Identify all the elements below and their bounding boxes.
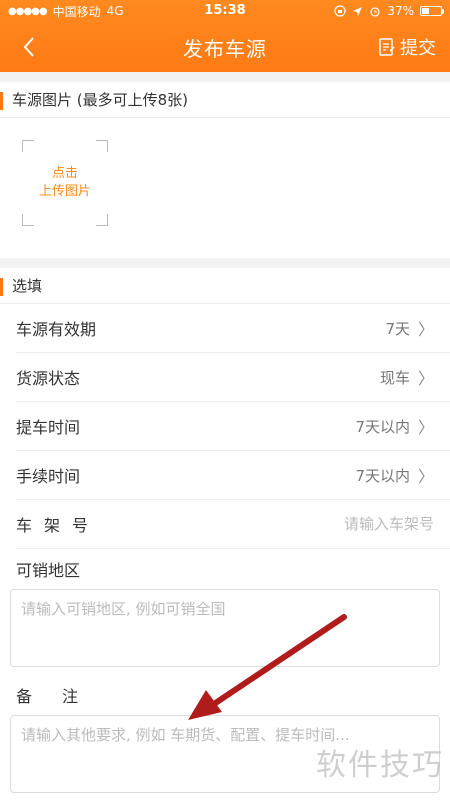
row-value: 7天以内 xyxy=(355,466,410,485)
alarm-icon xyxy=(370,7,380,17)
status-left: ●●●●● 中国移动 4G xyxy=(8,3,124,20)
validity-period-row[interactable]: 车源有效期 7天 〉 xyxy=(16,304,450,353)
chevron-right-icon: 〉 xyxy=(417,467,434,486)
page-title: 发布车源 xyxy=(183,36,267,61)
carrier-name: 中国移动 xyxy=(52,4,101,19)
section-gap xyxy=(0,72,450,82)
battery-icon xyxy=(420,6,444,16)
row-value-group: 7天 〉 xyxy=(385,316,434,340)
supply-status-row[interactable]: 货源状态 现车 〉 xyxy=(16,353,450,402)
chevron-right-icon: 〉 xyxy=(417,369,434,388)
vin-input[interactable] xyxy=(234,515,434,533)
photo-upload-area: 点击 上传图片 xyxy=(0,118,450,258)
region-textarea[interactable] xyxy=(21,598,429,658)
upload-corner xyxy=(96,140,108,152)
chevron-right-icon: 〉 xyxy=(417,418,434,437)
status-right: 37% xyxy=(334,4,444,18)
battery-percent: 37% xyxy=(387,4,414,18)
pickup-time-row[interactable]: 提车时间 7天以内 〉 xyxy=(16,402,450,451)
row-label: 车源有效期 xyxy=(16,320,97,339)
upload-corner xyxy=(22,214,34,226)
paperwork-time-row[interactable]: 手续时间 7天以内 〉 xyxy=(16,451,450,500)
app-header: ●●●●● 中国移动 4G 37% 15:38 发布车源 提交 xyxy=(0,0,450,72)
location-arrow-icon xyxy=(353,6,363,16)
row-label: 货源状态 xyxy=(16,369,81,388)
row-value-group: 7天以内 〉 xyxy=(355,414,434,438)
row-value-group: 现车 〉 xyxy=(380,365,434,389)
watermark: 软件技巧 xyxy=(316,748,444,783)
section-gap xyxy=(0,258,450,268)
lock-rotation-icon xyxy=(334,5,346,17)
row-label: 手续时间 xyxy=(16,467,81,486)
optional-section-header: 选填 xyxy=(0,268,450,304)
submit-button[interactable]: 提交 xyxy=(378,34,436,60)
region-label: 可销地区 xyxy=(16,561,81,580)
status-bar: ●●●●● 中国移动 4G 37% 15:38 xyxy=(0,0,450,22)
row-value: 现车 xyxy=(379,368,410,387)
optional-heading: 选填 xyxy=(12,277,43,295)
vin-row: 车架号 xyxy=(16,500,450,549)
nav-bar: 发布车源 提交 xyxy=(0,22,450,72)
signal-strength-icon: ●●●●● xyxy=(8,5,48,17)
chevron-left-icon xyxy=(23,37,34,57)
network-type: 4G xyxy=(106,4,124,18)
submit-label: 提交 xyxy=(400,38,436,59)
back-button[interactable] xyxy=(14,32,44,62)
chevron-right-icon: 〉 xyxy=(417,320,434,339)
photos-section-header: 车源图片 (最多可上传8张) xyxy=(0,82,450,118)
form-content: 车源图片 (最多可上传8张) 点击 上传图片 选填 车源有效期 7天 〉 货源状… xyxy=(0,72,450,800)
row-value-group: 7天以内 〉 xyxy=(355,463,434,487)
upload-text-line1: 点击 xyxy=(51,166,78,181)
row-label: 提车时间 xyxy=(16,418,81,437)
photos-heading: 车源图片 (最多可上传8张) xyxy=(12,91,189,109)
remark-label: 备注 xyxy=(16,687,109,706)
upload-photo-button[interactable]: 点击 上传图片 xyxy=(22,140,108,226)
battery-fill xyxy=(422,8,429,14)
region-textarea-wrapper xyxy=(10,589,440,667)
remark-label-line: 备注 xyxy=(0,675,450,715)
upload-corner xyxy=(96,214,108,226)
document-edit-icon xyxy=(379,38,395,56)
vin-label: 车架号 xyxy=(16,516,101,535)
row-value: 7天 xyxy=(385,319,410,338)
upload-text-line2: 上传图片 xyxy=(38,184,91,199)
upload-corner xyxy=(22,140,34,152)
row-value: 7天以内 xyxy=(355,417,410,436)
